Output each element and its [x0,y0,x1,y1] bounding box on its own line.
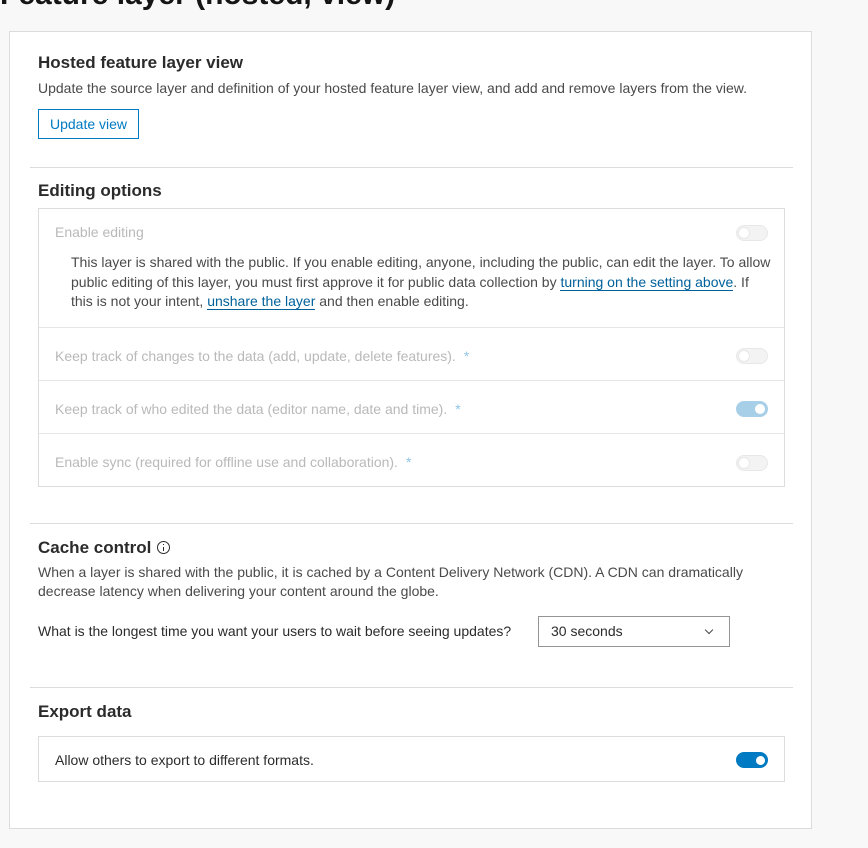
track-changes-label: Keep track of changes to the data (add, … [55,348,469,364]
toggle-knob [738,227,750,239]
export-data-box: Allow others to export to different form… [38,736,785,782]
cache-control-title-text: Cache control [38,538,152,557]
track-editors-label: Keep track of who edited the data (edito… [55,401,461,417]
track-editors-row: Keep track of who edited the data (edito… [39,380,784,433]
unshare-layer-link[interactable]: unshare the layer [207,293,316,310]
settings-panel: Hosted feature layer view Update the sou… [9,31,812,829]
allow-export-label: Allow others to export to different form… [55,752,314,768]
enable-sync-toggle[interactable] [736,455,768,471]
enable-editing-toggle[interactable] [736,225,768,241]
hosted-view-description: Update the source layer and definition o… [38,80,747,96]
cache-control-title: Cache control [38,538,171,558]
track-editors-toggle[interactable] [736,401,768,417]
cache-control-description: When a layer is shared with the public, … [38,564,743,599]
track-changes-row: Keep track of changes to the data (add, … [39,327,784,380]
divider [30,687,793,688]
page-title: Feature layer (hosted, view) [0,0,395,12]
allow-export-toggle[interactable] [736,752,768,768]
toggle-knob [738,350,750,362]
cache-question-label: What is the longest time you want your u… [38,623,512,639]
track-changes-toggle[interactable] [736,348,768,364]
required-asterisk: * [455,401,461,417]
enable-sync-row: Enable sync (required for offline use an… [39,433,784,487]
info-icon[interactable] [157,541,171,555]
turn-on-setting-link[interactable]: turning on the setting above [560,273,734,291]
toggle-knob [754,403,766,415]
notice-text: and then enable editing. [315,293,469,309]
export-data-title: Export data [38,702,132,721]
enable-editing-row: Enable editing This layer is shared with… [39,209,784,327]
editing-options-title: Editing options [38,181,162,200]
hosted-view-title: Hosted feature layer view [38,53,244,72]
required-asterisk: * [463,348,470,364]
public-editing-notice: This layer is shared with the public. If… [71,253,771,312]
divider [30,167,793,168]
update-view-button[interactable]: Update view [38,109,140,139]
divider [30,523,793,524]
editing-options-box: Enable editing This layer is shared with… [38,208,785,487]
chevron-down-icon [704,625,714,635]
enable-sync-text: Enable sync (required for offline use an… [55,454,398,470]
toggle-knob [738,457,750,469]
cache-duration-select[interactable]: 30 seconds [538,616,730,647]
track-editors-text: Keep track of who edited the data (edito… [55,401,448,417]
cache-duration-value: 30 seconds [551,623,623,639]
toggle-knob [753,753,767,767]
enable-editing-label: Enable editing [55,224,144,240]
track-changes-text: Keep track of changes to the data (add, … [55,348,456,364]
required-asterisk: * [405,454,412,470]
enable-sync-label: Enable sync (required for offline use an… [55,454,411,470]
